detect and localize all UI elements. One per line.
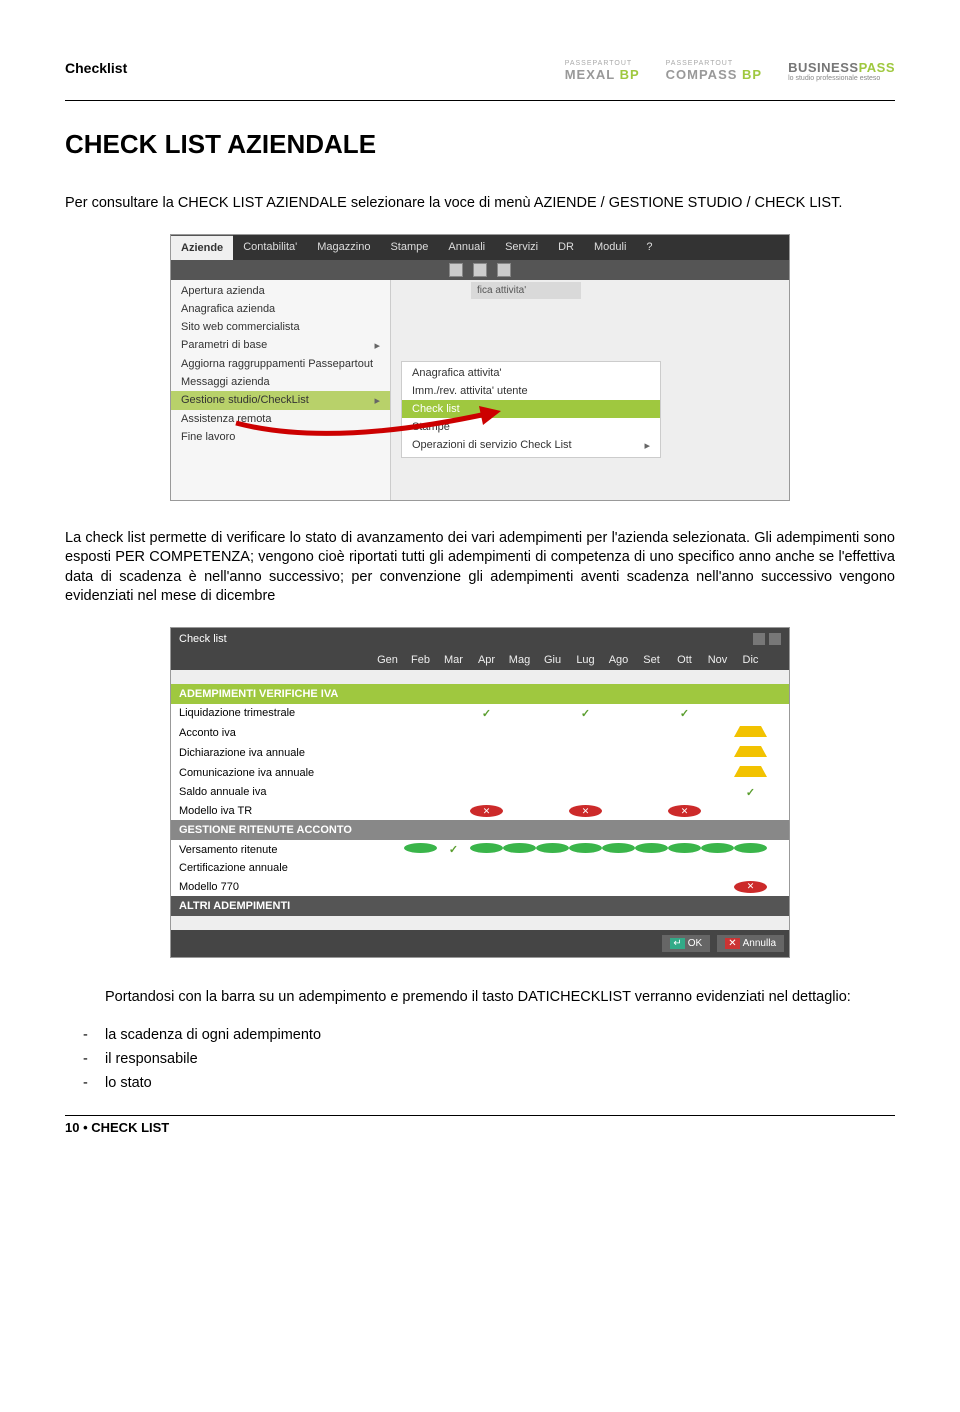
toolbar-icon[interactable] — [449, 263, 463, 277]
page-header: Checklist PASSEPARTOUT MEXAL BP PASSEPAR… — [65, 60, 895, 82]
menu-item[interactable]: Aggiorna raggruppamenti Passepartout — [171, 355, 390, 373]
detail-list: la scadenza di ogni adempimento il respo… — [105, 1027, 895, 1091]
toolbar-icon[interactable] — [497, 263, 511, 277]
menu-stampe[interactable]: Stampe — [380, 235, 438, 260]
screenshot-checklist: Check list GenFebMarAprMagGiuLugAgoSetOt… — [170, 627, 790, 958]
row-label: Acconto iva — [179, 727, 371, 739]
menu-dr[interactable]: DR — [548, 235, 584, 260]
menu-annuali[interactable]: Annuali — [438, 235, 495, 260]
menu-servizi[interactable]: Servizi — [495, 235, 548, 260]
dot-icon — [701, 843, 734, 853]
list-item: il responsabile — [105, 1051, 895, 1067]
check-icon: ✓ — [449, 844, 458, 856]
close-icon[interactable] — [769, 633, 781, 645]
spacer — [171, 916, 789, 930]
window-btn[interactable] — [753, 633, 765, 645]
row-label: Liquidazione trimestrale — [179, 707, 371, 719]
error-icon: ✕ — [470, 805, 503, 817]
window-titlebar: Check list — [171, 628, 789, 650]
menu-moduli[interactable]: Moduli — [584, 235, 636, 260]
error-icon: ✕ — [569, 805, 602, 817]
paragraph-2: La check list permette di verificare lo … — [65, 529, 895, 607]
warning-icon — [734, 726, 767, 737]
menu-item[interactable]: Anagrafica azienda — [171, 300, 390, 318]
app-toolbar — [171, 260, 789, 280]
dot-icon — [569, 843, 602, 853]
table-row[interactable]: Versamento ritenute ✓ — [171, 840, 789, 859]
row-label: Saldo annuale iva — [179, 786, 371, 798]
menu-item[interactable]: Parametri di base▸ — [171, 336, 390, 355]
dot-icon — [503, 843, 536, 853]
header-section: Checklist — [65, 60, 127, 76]
paragraph-1: Per consultare la CHECK LIST AZIENDALE s… — [65, 194, 895, 214]
dot-icon — [602, 843, 635, 853]
dot-icon — [635, 843, 668, 853]
section-iva: ADEMPIMENTI VERIFICHE IVA — [171, 684, 789, 704]
row-label: Comunicazione iva annuale — [179, 767, 371, 779]
warning-icon — [734, 746, 767, 757]
check-icon: ✓ — [581, 708, 590, 720]
row-label: Dichiarazione iva annuale — [179, 747, 371, 759]
header-rule — [65, 100, 895, 101]
screenshot-menu: Aziende Contabilita' Magazzino Stampe An… — [170, 234, 790, 501]
logo-compass: PASSEPARTOUT COMPASS BP — [666, 60, 762, 82]
row-label: Modello iva TR — [179, 805, 371, 817]
check-icon: ✓ — [680, 708, 689, 720]
table-row[interactable]: Modello iva TR ✕ ✕ ✕ — [171, 802, 789, 821]
menu-contabilita[interactable]: Contabilita' — [233, 235, 307, 260]
table-row[interactable]: Liquidazione trimestrale ✓ ✓ ✓ — [171, 704, 789, 723]
spacer — [171, 670, 789, 684]
submenu-item[interactable]: Anagrafica attivita' — [402, 364, 660, 382]
paragraph-3: Portandosi con la barra su un adempiment… — [105, 988, 895, 1008]
table-row[interactable]: Certificazione annuale — [171, 859, 789, 877]
page-footer: 10 • CHECK LIST — [65, 1120, 895, 1135]
table-row[interactable]: Modello 770 ✕ — [171, 877, 789, 896]
table-row[interactable]: Comunicazione iva annuale — [171, 763, 789, 783]
list-item: la scadenza di ogni adempimento — [105, 1027, 895, 1043]
section-ritenute: GESTIONE RITENUTE ACCONTO — [171, 820, 789, 840]
cancel-button[interactable]: ✕Annulla — [717, 935, 784, 952]
red-arrow-annotation — [231, 403, 551, 451]
menu-item[interactable]: Sito web commercialista — [171, 318, 390, 336]
subtag: fica attivita' — [471, 282, 581, 299]
toolbar-icon[interactable] — [473, 263, 487, 277]
logo-businesspass: BUSINESSPASS lo studio professionale est… — [788, 60, 895, 82]
menu-item[interactable]: Messaggi azienda — [171, 373, 390, 391]
window-footer: ↵OK ✕Annulla — [171, 930, 789, 957]
aziende-dropdown: Apertura azienda Anagrafica azienda Sito… — [171, 280, 391, 500]
list-item: lo stato — [105, 1075, 895, 1091]
logo-mexal: PASSEPARTOUT MEXAL BP — [565, 60, 640, 82]
table-row[interactable]: Saldo annuale iva ✓ — [171, 783, 789, 802]
error-icon: ✕ — [734, 881, 767, 893]
dot-icon — [470, 843, 503, 853]
row-label: Modello 770 — [179, 881, 371, 893]
header-logos: PASSEPARTOUT MEXAL BP PASSEPARTOUT COMPA… — [565, 60, 895, 82]
dot-icon — [734, 843, 767, 853]
table-row[interactable]: Acconto iva — [171, 723, 789, 743]
submenu-item[interactable]: Imm./rev. attivita' utente — [402, 382, 660, 400]
section-altri: ALTRI ADEMPIMENTI — [171, 896, 789, 916]
check-icon: ✓ — [746, 787, 755, 799]
menu-aziende[interactable]: Aziende — [171, 235, 233, 260]
app-menubar[interactable]: Aziende Contabilita' Magazzino Stampe An… — [171, 235, 789, 260]
months-header: GenFebMarAprMagGiuLugAgoSetOttNovDic — [171, 650, 789, 670]
menu-help[interactable]: ? — [636, 235, 662, 260]
table-row[interactable]: Dichiarazione iva annuale — [171, 743, 789, 763]
dot-icon — [668, 843, 701, 853]
menu-item[interactable]: Apertura azienda — [171, 282, 390, 300]
page-title: CHECK LIST AZIENDALE — [65, 129, 895, 160]
row-label: Versamento ritenute — [179, 844, 371, 856]
menu-magazzino[interactable]: Magazzino — [307, 235, 380, 260]
check-icon: ✓ — [482, 708, 491, 720]
dot-icon — [404, 843, 437, 853]
ok-button[interactable]: ↵OK — [662, 935, 710, 952]
row-label: Certificazione annuale — [179, 862, 371, 874]
dot-icon — [536, 843, 569, 853]
window-title: Check list — [179, 633, 227, 645]
warning-icon — [734, 766, 767, 777]
error-icon: ✕ — [668, 805, 701, 817]
footer-rule — [65, 1115, 895, 1116]
